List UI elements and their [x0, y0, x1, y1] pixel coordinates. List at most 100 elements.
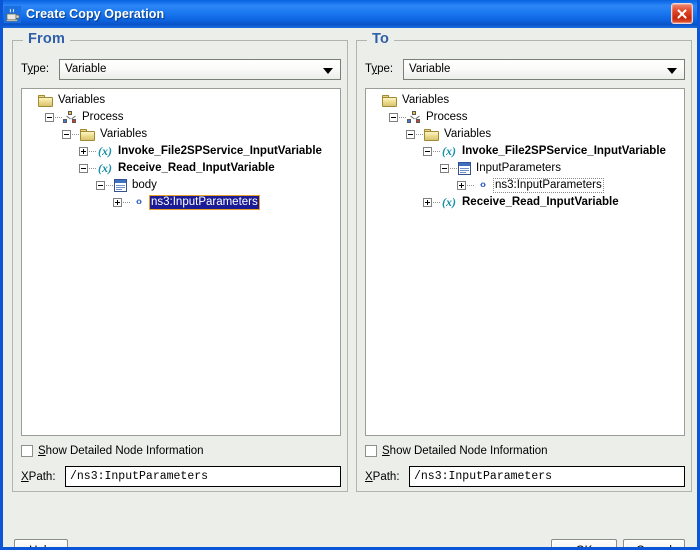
- window-title: Create Copy Operation: [26, 7, 165, 21]
- from-panel-title: From: [23, 31, 71, 47]
- from-checkbox-box[interactable]: [21, 445, 33, 457]
- from-type-value: Variable: [65, 63, 107, 75]
- tree-connector: [123, 202, 130, 203]
- tree-node-label: Variables: [100, 128, 148, 140]
- to-panel-title: To: [367, 31, 395, 47]
- to-type-select[interactable]: Variable: [403, 58, 685, 80]
- tree-connector: [55, 117, 62, 118]
- from-xpath-row: XPath: /ns3:InputParameters: [21, 466, 341, 487]
- collapse-icon[interactable]: [406, 130, 415, 139]
- tree-node-label: Variables: [444, 128, 492, 140]
- help-button[interactable]: Help: [14, 539, 68, 547]
- tree-node[interactable]: Variables: [22, 126, 340, 143]
- from-tree: Variables Process Variables (x) Invoke_File2…: [22, 89, 340, 211]
- tree-node-label: Receive_Read_InputVariable: [462, 196, 619, 208]
- collapse-icon[interactable]: [96, 181, 105, 190]
- collapse-icon[interactable]: [440, 164, 449, 173]
- chevron-down-icon: [667, 67, 677, 74]
- tree-node[interactable]: body: [22, 177, 340, 194]
- expand-icon[interactable]: [79, 147, 88, 156]
- from-xpath-input[interactable]: /ns3:InputParameters: [65, 466, 341, 487]
- collapse-icon[interactable]: [389, 113, 398, 122]
- to-type-row: Type: Variable: [365, 58, 685, 80]
- expand-icon[interactable]: [423, 198, 432, 207]
- to-checkbox-label: Show Detailed Node Information: [382, 445, 548, 457]
- tree-connector: [416, 134, 423, 135]
- expand-icon[interactable]: [457, 181, 466, 190]
- folder-icon: [38, 94, 53, 107]
- tree-connector: [467, 185, 474, 186]
- to-checkbox-box[interactable]: [365, 445, 377, 457]
- tree-node[interactable]: Process: [366, 109, 684, 126]
- tree-node[interactable]: InputParameters: [366, 160, 684, 177]
- tree-connector: [89, 151, 96, 152]
- tree-node-label: Receive_Read_InputVariable: [118, 162, 275, 174]
- element-icon: ‹›: [479, 179, 486, 191]
- tree-node[interactable]: ‹› ns3:InputParameters: [366, 177, 684, 194]
- tree-node[interactable]: (x) Receive_Read_InputVariable: [22, 160, 340, 177]
- tree-node[interactable]: Process: [22, 109, 340, 126]
- collapse-icon[interactable]: [423, 147, 432, 156]
- to-tree: Variables Process Variables (x) Invoke_File2…: [366, 89, 684, 211]
- to-xpath-row: XPath: /ns3:InputParameters: [365, 466, 685, 487]
- variable-icon: (x): [442, 195, 456, 209]
- tree-connector: [89, 168, 96, 169]
- from-checkbox-label: Show Detailed Node Information: [38, 445, 204, 457]
- tree-connector: [72, 134, 79, 135]
- tree-node[interactable]: ‹› ns3:InputParameters: [22, 194, 340, 211]
- tree-node-label: ns3:InputParameters: [493, 178, 604, 193]
- tree-node-label: Process: [426, 111, 468, 123]
- element-icon: ‹›: [135, 196, 142, 208]
- tree-connector: [433, 151, 440, 152]
- tree-node[interactable]: Variables: [22, 92, 340, 109]
- from-tree-panel[interactable]: Variables Process Variables (x) Invoke_File2…: [21, 88, 341, 436]
- document-icon: [458, 162, 471, 175]
- title-bar[interactable]: Create Copy Operation: [3, 0, 697, 28]
- tree-connector: [399, 117, 406, 118]
- variable-icon: (x): [98, 144, 112, 158]
- from-panel: From Type: Variable Variables Process Vari…: [12, 31, 348, 492]
- to-type-label: Type:: [365, 63, 394, 75]
- collapse-icon[interactable]: [79, 164, 88, 173]
- expand-icon[interactable]: [113, 198, 122, 207]
- from-type-row: Type: Variable: [21, 58, 341, 80]
- tree-node-label: Invoke_File2SPService_InputVariable: [462, 145, 666, 157]
- folder-icon: [424, 128, 439, 141]
- tree-connector: [450, 168, 457, 169]
- folder-icon: [80, 128, 95, 141]
- to-xpath-label: XPath:: [365, 470, 400, 483]
- dialog-window: Create Copy Operation From Type: Variabl…: [0, 0, 700, 550]
- from-type-select[interactable]: Variable: [59, 58, 341, 80]
- java-coffee-cup-icon: [4, 5, 21, 23]
- close-icon[interactable]: [671, 3, 693, 24]
- from-show-detailed-node-info-checkbox[interactable]: Show Detailed Node Information: [21, 445, 204, 457]
- to-show-detailed-node-info-checkbox[interactable]: Show Detailed Node Information: [365, 445, 548, 457]
- process-icon: [63, 111, 77, 124]
- tree-node[interactable]: Variables: [366, 126, 684, 143]
- tree-node[interactable]: Variables: [366, 92, 684, 109]
- tree-node[interactable]: (x) Invoke_File2SPService_InputVariable: [22, 143, 340, 160]
- tree-node-label: InputParameters: [476, 162, 562, 174]
- tree-node-label: Variables: [402, 94, 450, 106]
- variable-icon: (x): [442, 144, 456, 158]
- to-xpath-input[interactable]: /ns3:InputParameters: [409, 466, 685, 487]
- collapse-icon[interactable]: [45, 113, 54, 122]
- tree-node-label: Variables: [58, 94, 106, 106]
- tree-connector: [433, 202, 440, 203]
- tree-node-label: ns3:InputParameters: [149, 195, 260, 210]
- folder-icon: [382, 94, 397, 107]
- document-icon: [114, 179, 127, 192]
- to-tree-panel[interactable]: Variables Process Variables (x) Invoke_File2…: [365, 88, 685, 436]
- to-type-value: Variable: [409, 63, 451, 75]
- from-type-label: Type:: [21, 63, 50, 75]
- cancel-button[interactable]: Cancel: [623, 539, 685, 547]
- dialog-content: From Type: Variable Variables Process Vari…: [3, 28, 697, 547]
- from-xpath-label: XPath:: [21, 470, 56, 483]
- chevron-down-icon: [323, 67, 333, 74]
- collapse-icon[interactable]: [62, 130, 71, 139]
- ok-button[interactable]: OK: [551, 539, 617, 547]
- process-icon: [407, 111, 421, 124]
- tree-node[interactable]: (x) Invoke_File2SPService_InputVariable: [366, 143, 684, 160]
- tree-node[interactable]: (x) Receive_Read_InputVariable: [366, 194, 684, 211]
- tree-connector: [106, 185, 113, 186]
